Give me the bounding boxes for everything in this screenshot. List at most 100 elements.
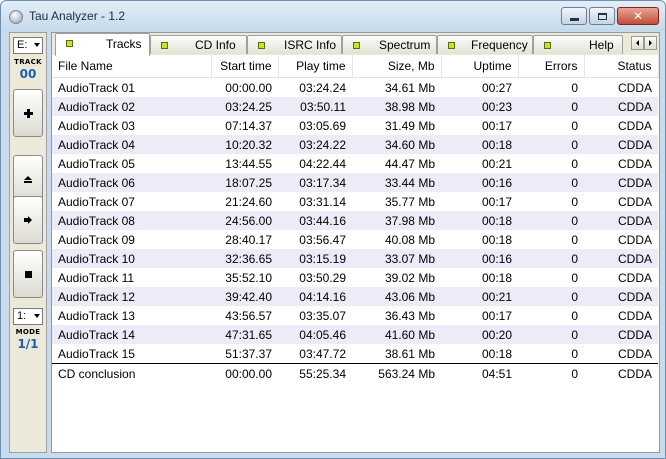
close-icon: ✕ bbox=[632, 9, 644, 23]
table-row[interactable]: AudioTrack 05 13:44.55 04:22.44 44.47 Mb 00:… bbox=[52, 154, 658, 173]
column-header-size[interactable]: Size, Mb bbox=[352, 55, 442, 78]
table-row[interactable]: AudioTrack 03 07:14.37 03:05.69 31.49 Mb 00:… bbox=[52, 116, 658, 135]
drive-select[interactable]: E: bbox=[13, 37, 43, 54]
table-row[interactable]: AudioTrack 12 39:42.40 04:14.16 43.06 Mb 00:… bbox=[52, 287, 658, 306]
table-cell: 00:17 bbox=[481, 194, 512, 209]
table-cell: 00:20 bbox=[441, 325, 518, 344]
table-cell: 00:23 bbox=[441, 97, 518, 116]
table-cell: CDDA bbox=[584, 287, 658, 306]
tab-tracks[interactable]: Tracks bbox=[55, 33, 150, 56]
table-cell: 00:21 bbox=[441, 287, 518, 306]
table-row[interactable]: AudioTrack 09 28:40.17 03:56.47 40.08 Mb 00:… bbox=[52, 230, 658, 249]
app-icon[interactable] bbox=[9, 10, 23, 24]
table-cell: 0 bbox=[571, 118, 578, 133]
table-row[interactable]: AudioTrack 01 00:00.00 03:24.24 34.61 Mb 00:… bbox=[52, 78, 658, 98]
tab-cd-info[interactable]: CD Info bbox=[150, 35, 247, 54]
title-bar[interactable]: Tau Analyzer - 1.2 ✕ bbox=[1, 1, 665, 31]
table-cell: CDDA bbox=[584, 135, 658, 154]
chevron-down-icon bbox=[34, 314, 40, 318]
column-header-file-name[interactable]: File Name bbox=[52, 55, 212, 78]
table-cell: 39:42.40 bbox=[211, 287, 278, 306]
tab-scroll-right-button[interactable] bbox=[644, 36, 657, 50]
close-button[interactable]: ✕ bbox=[617, 7, 659, 25]
table-cell: 35:52.10 bbox=[225, 270, 272, 285]
table-cell: 34.60 Mb bbox=[352, 135, 441, 154]
table-cell: 0 bbox=[571, 270, 578, 285]
table-cell: 00:18 bbox=[441, 135, 518, 154]
speed-select[interactable]: 1: bbox=[13, 308, 43, 325]
main-panel: Tracks CD Info ISRC Info Spectrum Freque… bbox=[51, 32, 660, 453]
table-cell: AudioTrack 04 bbox=[52, 135, 211, 154]
summary-row[interactable]: CD conclusion 00:00.00 55:25.34 563.24 M… bbox=[52, 363, 658, 383]
eject-icon bbox=[24, 175, 32, 183]
table-row[interactable]: AudioTrack 15 51:37.37 03:47.72 38.61 Mb 00:… bbox=[52, 344, 658, 364]
drive-value: E: bbox=[17, 39, 28, 51]
table-cell: 0 bbox=[571, 80, 578, 95]
column-header-errors[interactable]: Errors bbox=[518, 55, 585, 78]
table-cell: 44.47 Mb bbox=[384, 156, 435, 171]
window-controls: ✕ bbox=[559, 7, 659, 25]
table-cell: 03:50.11 bbox=[278, 97, 352, 116]
indicator-icon bbox=[258, 42, 265, 49]
plus-icon bbox=[23, 108, 33, 118]
maximize-button[interactable] bbox=[589, 7, 615, 25]
speed-value: 1: bbox=[17, 310, 27, 322]
table-cell: AudioTrack 12 bbox=[52, 287, 211, 306]
table-cell: AudioTrack 10 bbox=[52, 249, 211, 268]
table-cell: 04:05.46 bbox=[278, 325, 352, 344]
table-cell: 00:18 bbox=[481, 346, 512, 361]
table-cell: 03:50.29 bbox=[299, 270, 346, 285]
summary-cell: 00:00.00 bbox=[211, 363, 278, 383]
table-cell: 41.60 Mb bbox=[352, 325, 441, 344]
tab-help[interactable]: Help bbox=[533, 35, 623, 54]
table-cell: CDDA bbox=[617, 156, 652, 171]
table-row[interactable]: AudioTrack 13 43:56.57 03:35.07 36.43 Mb 00:… bbox=[52, 306, 658, 325]
table-cell: 32:36.65 bbox=[211, 249, 278, 268]
table-row[interactable]: AudioTrack 06 18:07.25 03:17.34 33.44 Mb 00:… bbox=[52, 173, 658, 192]
table-row[interactable]: AudioTrack 14 47:31.65 04:05.46 41.60 Mb 00:… bbox=[52, 325, 658, 344]
minimize-button[interactable] bbox=[561, 7, 587, 25]
table-cell: CDDA bbox=[617, 308, 652, 323]
table-cell: CDDA bbox=[617, 232, 652, 247]
table-cell: 03:24.22 bbox=[278, 135, 352, 154]
table-cell: 0 bbox=[571, 232, 578, 247]
tab-spectrum[interactable]: Spectrum bbox=[342, 35, 437, 54]
column-header-status[interactable]: Status bbox=[584, 55, 659, 78]
table-row[interactable]: AudioTrack 02 03:24.25 03:50.11 38.98 Mb 00:… bbox=[52, 97, 658, 116]
summary-cell: CDDA bbox=[584, 363, 658, 383]
table-row[interactable]: AudioTrack 08 24:56.00 03:44.16 37.98 Mb 00:… bbox=[52, 211, 658, 230]
play-button[interactable] bbox=[13, 196, 43, 244]
table-cell: 03:47.72 bbox=[299, 346, 346, 361]
summary-cell: 563.24 Mb bbox=[352, 363, 441, 383]
table-cell: 03:35.07 bbox=[299, 308, 346, 323]
table-cell: AudioTrack 07 bbox=[58, 194, 135, 209]
tab-isrc-info[interactable]: ISRC Info bbox=[247, 35, 342, 54]
control-sidebar: E: TRACK 00 1: MODE 1/1 bbox=[9, 32, 47, 453]
tab-scroll-left-button[interactable] bbox=[631, 36, 644, 50]
table-cell: 13:44.55 bbox=[225, 156, 272, 171]
column-header-start-time[interactable]: Start time bbox=[211, 55, 279, 78]
table-row[interactable]: AudioTrack 10 32:36.65 03:15.19 33.07 Mb 00:… bbox=[52, 249, 658, 268]
table-cell: CDDA bbox=[584, 211, 658, 230]
tab-label: ISRC Info bbox=[284, 38, 337, 52]
table-cell: 03:17.34 bbox=[278, 173, 352, 192]
table-cell: 04:14.16 bbox=[278, 287, 352, 306]
table-cell: CDDA bbox=[584, 173, 658, 192]
mode-label: MODE bbox=[15, 328, 41, 336]
table-cell: 21:24.60 bbox=[225, 194, 272, 209]
summary-cell: 0 bbox=[518, 363, 584, 383]
tab-frequency[interactable]: Frequency bbox=[437, 35, 533, 54]
column-header-uptime[interactable]: Uptime bbox=[441, 55, 519, 78]
add-button[interactable] bbox=[13, 89, 43, 137]
stop-button[interactable] bbox=[13, 250, 43, 298]
table-cell: 24:56.00 bbox=[211, 211, 278, 230]
column-header-play-time[interactable]: Play time bbox=[278, 55, 353, 78]
table-row[interactable]: AudioTrack 11 35:52.10 03:50.29 39.02 Mb 00:… bbox=[52, 268, 658, 287]
table-cell: 18:07.25 bbox=[211, 173, 278, 192]
table-cell: 47:31.65 bbox=[211, 325, 278, 344]
table-cell: 0 bbox=[518, 173, 584, 192]
chevron-down-icon bbox=[34, 43, 40, 47]
table-row[interactable]: AudioTrack 04 10:20.32 03:24.22 34.60 Mb 00:… bbox=[52, 135, 658, 154]
table-cell: AudioTrack 02 bbox=[52, 97, 211, 116]
table-row[interactable]: AudioTrack 07 21:24.60 03:31.14 35.77 Mb 00:… bbox=[52, 192, 658, 211]
